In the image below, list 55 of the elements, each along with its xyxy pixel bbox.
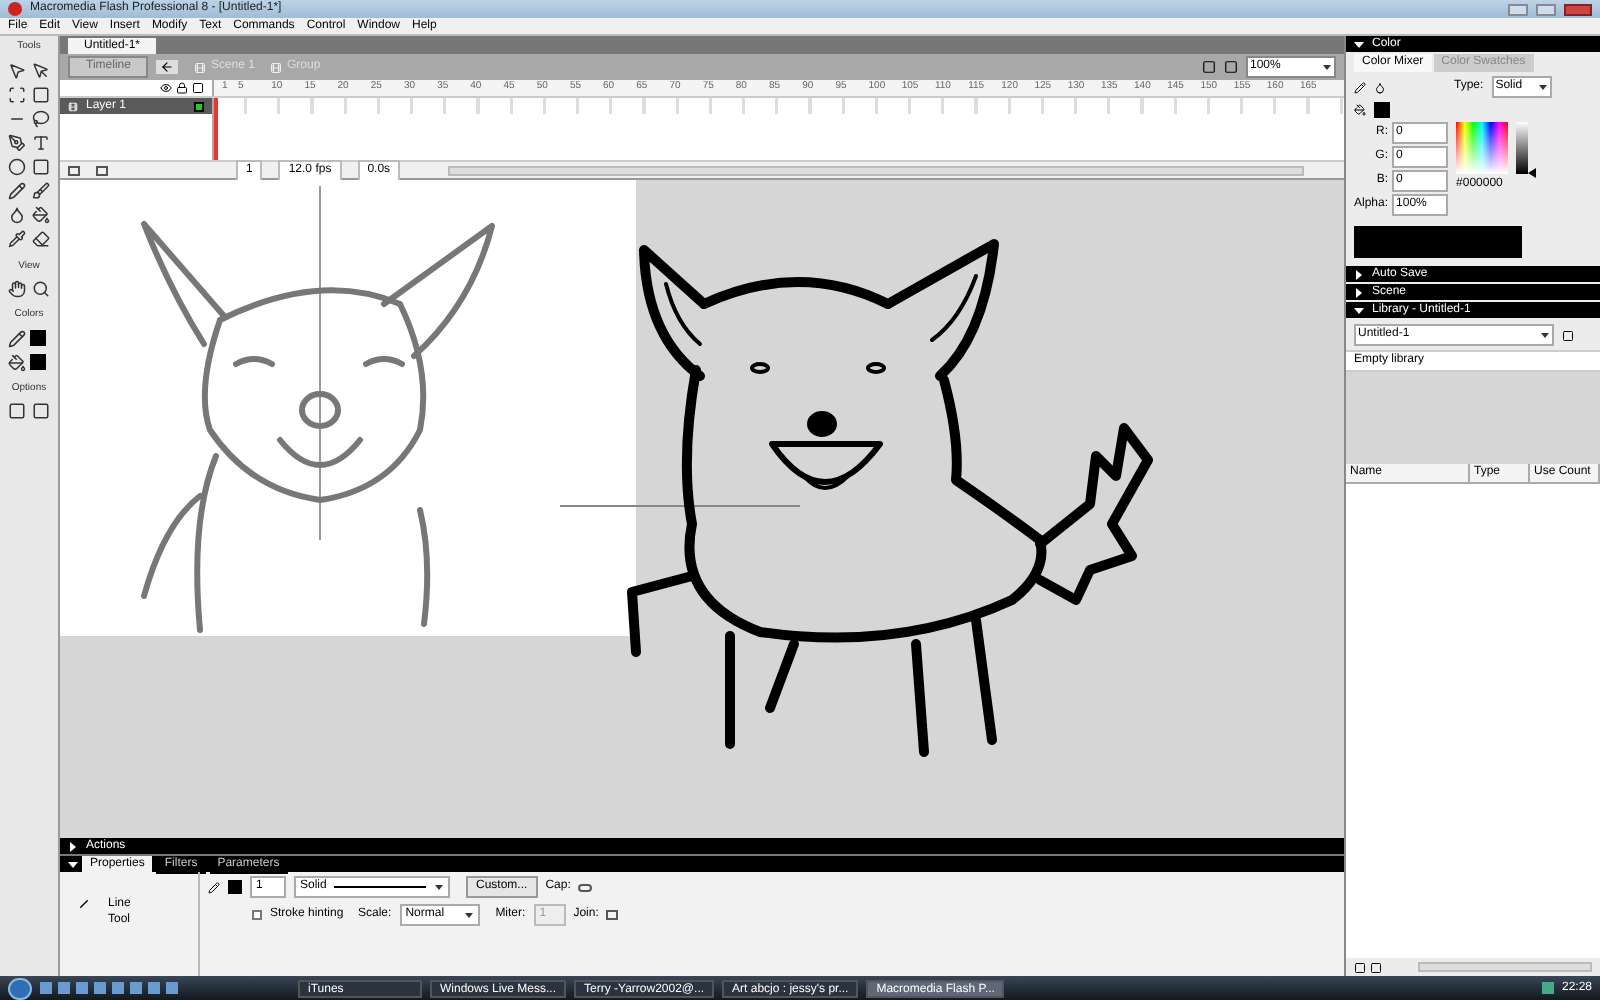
pointer-icon[interactable] xyxy=(30,59,52,81)
tray-icon[interactable] xyxy=(1541,982,1554,994)
stroke-color-icon[interactable] xyxy=(1354,81,1366,93)
stroke-color-icon[interactable] xyxy=(6,327,28,349)
paint-bucket-icon[interactable] xyxy=(1354,104,1366,116)
fill-color-icon[interactable] xyxy=(6,351,28,373)
expanded-triangle-icon xyxy=(1354,305,1364,315)
stroke-swatch[interactable] xyxy=(30,330,46,346)
stroke-color-swatch[interactable] xyxy=(228,880,242,894)
lock-icon[interactable] xyxy=(176,82,188,94)
scene-icon xyxy=(270,61,283,73)
fill-swatch[interactable] xyxy=(30,354,46,370)
dropdown-arrow-icon[interactable] xyxy=(1537,82,1548,92)
color-spectrum[interactable] xyxy=(1456,122,1509,174)
brightness-slider-handle[interactable] xyxy=(1528,168,1537,178)
arrow-icon[interactable] xyxy=(6,59,28,81)
dropdown-arrow-icon[interactable] xyxy=(463,910,474,920)
eyedropper-icon[interactable] xyxy=(6,227,28,249)
expanded-triangle-icon xyxy=(68,859,78,869)
rectangle-icon[interactable] xyxy=(30,155,52,177)
text-icon[interactable] xyxy=(30,131,52,153)
outline-icon[interactable] xyxy=(192,82,204,94)
pen-icon[interactable] xyxy=(6,131,28,153)
pencil-icon[interactable] xyxy=(6,179,28,201)
dropdown-arrow-icon[interactable] xyxy=(1322,62,1332,72)
cap-dropdown[interactable] xyxy=(578,883,593,891)
stroke-hinting-checkbox[interactable] xyxy=(252,910,262,920)
layer-icon xyxy=(68,101,78,111)
ink-bottle-icon[interactable] xyxy=(6,203,28,225)
start-button[interactable] xyxy=(8,977,32,999)
join-dropdown[interactable] xyxy=(606,910,619,920)
brightness-bar xyxy=(1516,122,1529,174)
brush-icon[interactable] xyxy=(30,179,52,201)
collapsed-triangle-icon xyxy=(68,841,78,851)
scene-icon xyxy=(194,61,207,73)
expanded-triangle-icon xyxy=(1354,39,1364,49)
eraser-icon[interactable] xyxy=(30,227,52,249)
horizontal-scrollbar[interactable] xyxy=(448,165,1304,175)
dropdown-arrow-icon[interactable] xyxy=(1540,330,1550,340)
transform-icon[interactable] xyxy=(6,83,28,105)
layer-color-swatch xyxy=(194,101,204,111)
hand-icon[interactable] xyxy=(6,278,28,300)
color-swatch[interactable] xyxy=(1374,102,1390,118)
eye-icon[interactable] xyxy=(160,82,172,94)
zoom-icon[interactable] xyxy=(30,278,52,300)
lasso-icon[interactable] xyxy=(30,107,52,129)
square-icon[interactable] xyxy=(30,83,52,105)
fill-color-icon[interactable] xyxy=(1374,81,1386,93)
oval-icon[interactable] xyxy=(6,155,28,177)
close-button[interactable] xyxy=(1564,3,1592,15)
paint-bucket-icon[interactable] xyxy=(30,203,52,225)
dropdown-arrow-icon[interactable] xyxy=(434,882,444,892)
stroke-color-icon xyxy=(208,881,220,893)
app-logo-icon xyxy=(8,2,22,16)
horizontal-scrollbar[interactable] xyxy=(1418,962,1592,972)
